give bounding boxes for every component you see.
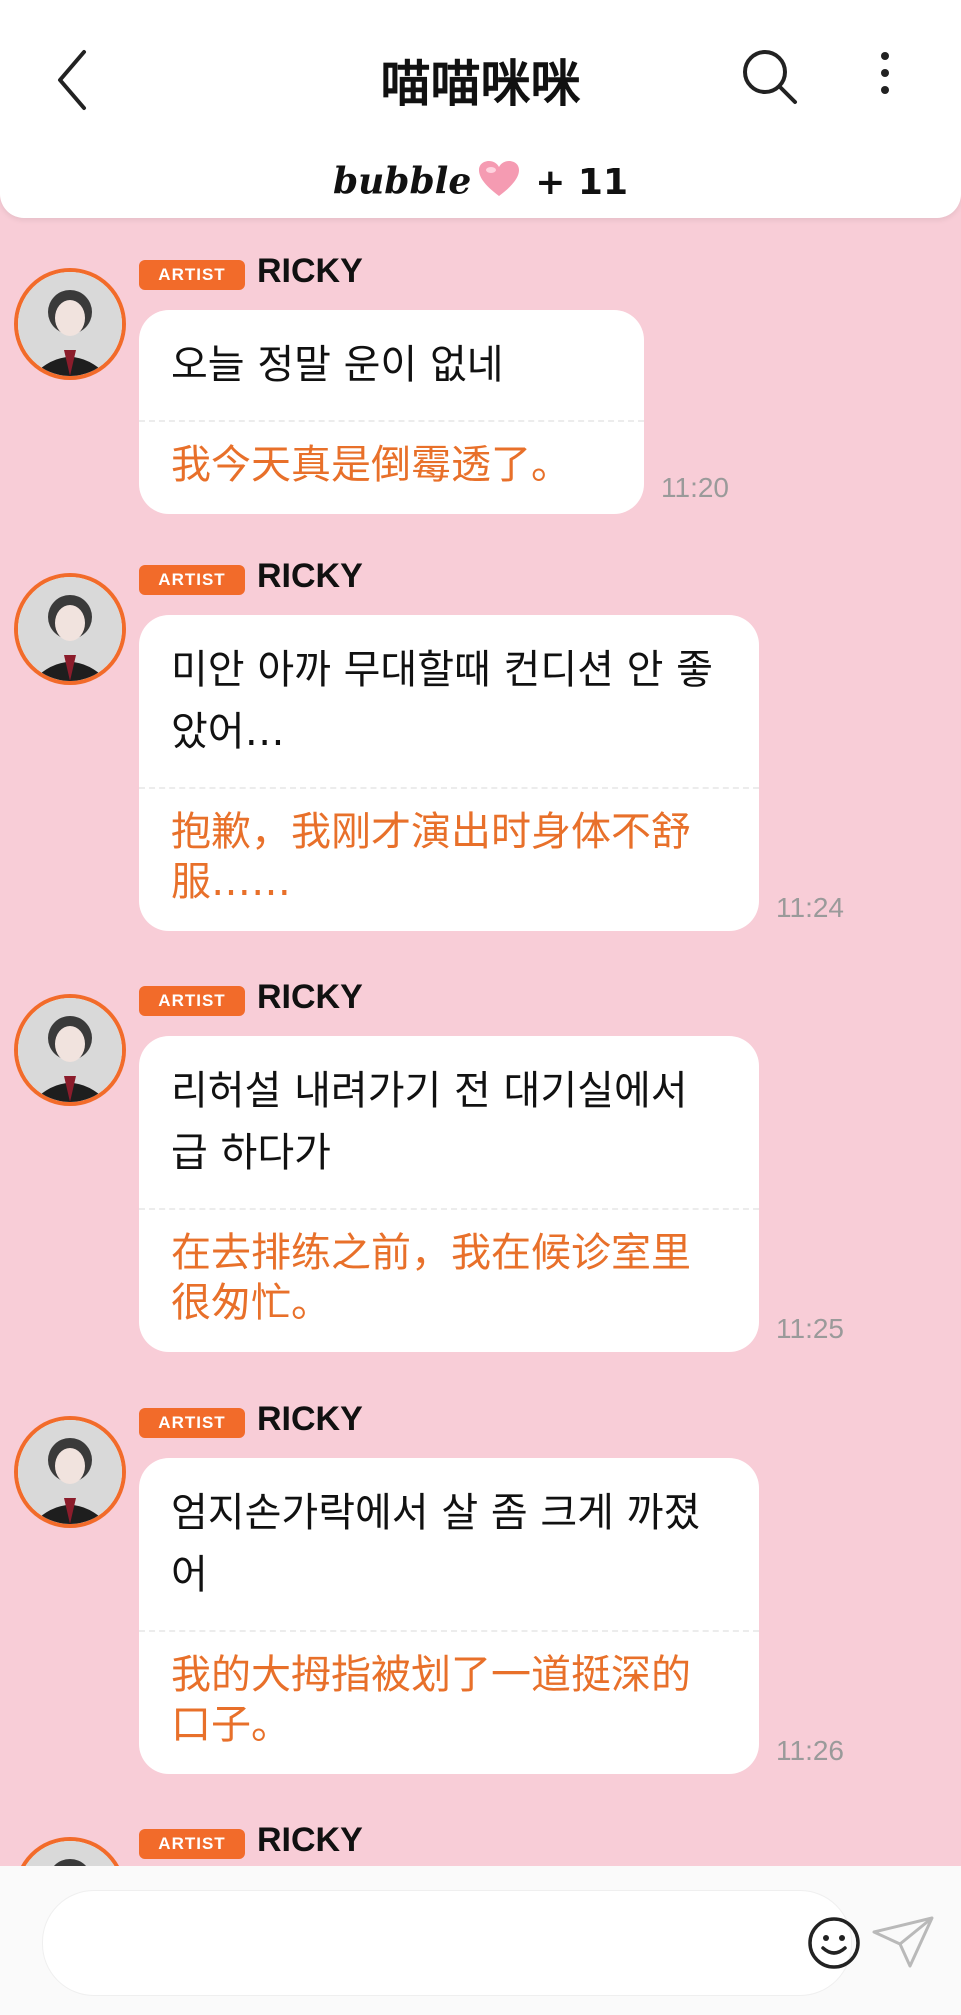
translated-text: 抱歉，我刚才演出时身体不舒服…… — [171, 809, 691, 905]
translated-text: 我今天真是倒霉透了。 — [171, 442, 571, 488]
artist-badge: ARTIST — [139, 565, 245, 595]
avatar[interactable] — [14, 573, 126, 685]
message-input[interactable] — [42, 1890, 860, 1996]
artist-badge: ARTIST — [139, 1829, 245, 1859]
search-button[interactable] — [735, 40, 805, 110]
avatar-image — [18, 1420, 122, 1524]
avatar-image — [18, 577, 122, 681]
message-time: 11:20 — [661, 472, 729, 503]
avatar[interactable] — [14, 1416, 126, 1528]
sender-name: RICKY — [257, 1821, 363, 1859]
message-bubble[interactable]: 미안 아까 무대할때 컨디션 안 좋았어… 抱歉，我刚才演出时身体不舒服…… — [139, 615, 759, 931]
brand-label: bubble — [332, 160, 472, 203]
search-icon — [743, 50, 797, 104]
heart-icon — [477, 160, 521, 207]
message-time: 11:26 — [776, 1735, 844, 1766]
avatar[interactable] — [14, 994, 126, 1106]
artist-badge: ARTIST — [139, 260, 245, 290]
original-text: 오늘 정말 운이 없네 — [171, 342, 504, 388]
message-bubble[interactable]: 리허설 내려가기 전 대기실에서 급 하다가 在去排练之前，我在候诊室里很匆忙。 — [139, 1036, 759, 1352]
message-bubble[interactable]: 오늘 정말 운이 없네 我今天真是倒霉透了。 — [139, 310, 644, 514]
chat-title: 喵喵咪咪 — [380, 55, 581, 113]
input-bar — [0, 1866, 961, 2015]
message-bubble[interactable]: 엄지손가락에서 살 좀 크게 까졌어 我的大拇指被划了一道挺深的口子。 — [139, 1458, 759, 1774]
send-icon — [872, 1916, 934, 1968]
original-text: 리허설 내려가기 전 대기실에서 급 하다가 — [171, 1068, 688, 1176]
sender-name: RICKY — [257, 557, 363, 595]
emoji-button[interactable] — [805, 1914, 863, 1972]
more-button[interactable] — [870, 40, 900, 110]
original-text: 엄지손가락에서 살 좀 크게 까졌어 — [171, 1490, 701, 1598]
artist-badge: ARTIST — [139, 986, 245, 1016]
translated-text: 在去排练之前，我在候诊室里很匆忙。 — [171, 1230, 691, 1326]
artist-badge: ARTIST — [139, 1408, 245, 1438]
subscription-info[interactable]: bubble + 11 — [0, 160, 961, 207]
original-text: 미안 아까 무대할때 컨디션 안 좋았어… — [171, 647, 713, 755]
send-button[interactable] — [870, 1914, 936, 1970]
message-time: 11:24 — [776, 892, 844, 923]
more-vertical-icon — [881, 52, 889, 94]
avatar-image — [18, 998, 122, 1102]
emoji-icon — [808, 1917, 860, 1969]
translated-text: 我的大拇指被划了一道挺深的口子。 — [171, 1652, 691, 1748]
avatar[interactable] — [14, 268, 126, 380]
sender-name: RICKY — [257, 978, 363, 1016]
member-count: + 11 — [535, 161, 629, 203]
chat-header: 喵喵咪咪 bubble + 11 — [0, 0, 961, 218]
message-time: 11:25 — [776, 1313, 844, 1344]
sender-name: RICKY — [257, 1400, 363, 1438]
sender-name: RICKY — [257, 252, 363, 290]
avatar-image — [18, 272, 122, 376]
